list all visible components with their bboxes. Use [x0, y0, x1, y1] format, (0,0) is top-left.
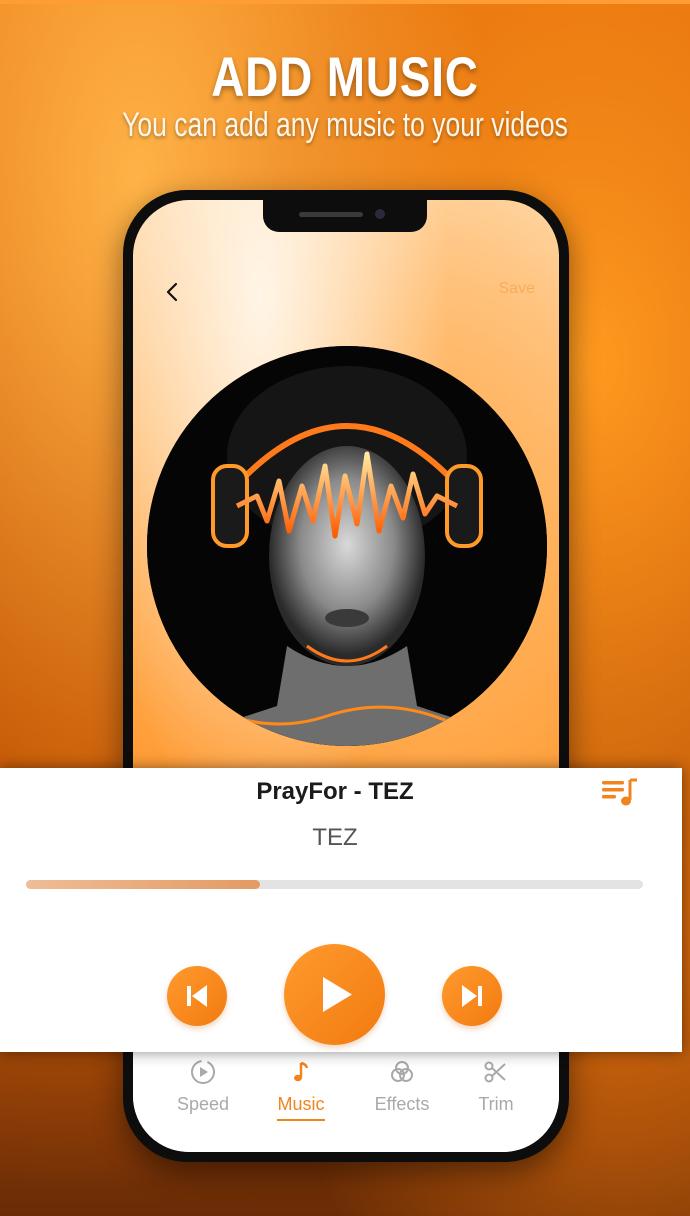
nav-item-label: Trim [478, 1094, 514, 1114]
top-accent-line [0, 0, 690, 4]
play-button[interactable] [284, 944, 385, 1045]
skip-previous-icon [187, 985, 207, 1007]
previous-button[interactable] [167, 966, 227, 1026]
nav-item-label: Speed [176, 1094, 230, 1114]
music-note-icon [294, 1061, 309, 1082]
play-icon [323, 977, 352, 1012]
speaker-grille [299, 212, 363, 217]
save-button[interactable]: Save [499, 280, 535, 298]
bottom-nav: Speed Music Effects Trim [133, 1040, 559, 1152]
speed-icon [191, 1060, 215, 1084]
nav-item-speed[interactable]: Speed [158, 1058, 248, 1115]
scissors-icon [484, 1061, 506, 1083]
album-art [147, 346, 547, 746]
camera-icon [375, 209, 385, 219]
playlist-icon [602, 778, 637, 806]
nav-item-label: Music [277, 1094, 325, 1121]
headphones-portrait-image [147, 346, 547, 746]
playlist-button[interactable] [600, 776, 640, 810]
phone-notch [263, 200, 427, 232]
progress-bar[interactable] [26, 880, 643, 889]
next-button[interactable] [442, 966, 502, 1026]
skip-next-icon [462, 985, 482, 1007]
progress-fill [26, 880, 261, 889]
nav-item-trim[interactable]: Trim [451, 1058, 541, 1115]
hero-title: ADD MUSIC [211, 45, 479, 108]
nav-item-label: Effects [374, 1094, 430, 1114]
nav-item-music[interactable]: Music [256, 1058, 346, 1121]
effects-icon [391, 1061, 413, 1082]
back-button[interactable] [161, 280, 185, 304]
artist-name: TEZ [312, 824, 358, 851]
music-player-card: PrayFor - TEZ TEZ [0, 768, 682, 1052]
chevron-left-icon [166, 282, 178, 302]
song-title: PrayFor - TEZ [256, 778, 414, 805]
hero-subtitle: You can add any music to your videos [122, 106, 568, 144]
nav-item-effects[interactable]: Effects [357, 1058, 447, 1115]
